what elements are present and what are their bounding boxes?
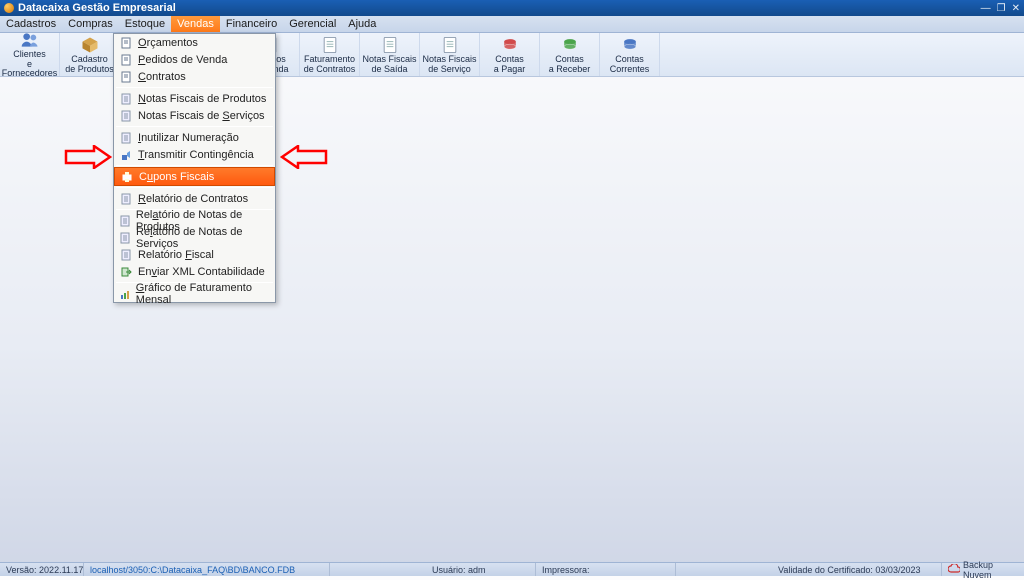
toolbar-faturamento-5[interactable]: Faturamentode Contratos [300, 33, 360, 76]
vendas-dropdown-menu: Orçamentos Pedidos de Venda Contratos Notas… [113, 33, 276, 303]
menu-gerencial[interactable]: Gerencial [283, 16, 342, 32]
toolbar-label: de Saída [371, 65, 407, 74]
toolbar-label: e Fornecedores [2, 60, 58, 79]
menu-estoque[interactable]: Estoque [119, 16, 171, 32]
menuitem-label: Relatório Fiscal [138, 249, 214, 261]
menuitem-relat-rio-de-notas-de-servi-os[interactable]: Relatório de Notas de Serviços [114, 229, 275, 246]
menuitem-or-amentos[interactable]: Orçamentos [114, 34, 275, 51]
export-icon [118, 265, 134, 279]
status-certificado: 03/03/2023 [875, 565, 920, 575]
menu-separator [116, 126, 273, 127]
menuitem-label: Relatório de Contratos [138, 193, 248, 205]
toolbar-label: Correntes [610, 65, 650, 74]
menuitem-transmitir-conting-ncia[interactable]: Transmitir Contingência [114, 146, 275, 163]
status-usuario-label: Usuário: [432, 565, 466, 575]
menuitem-label: Notas Fiscais de Produtos [138, 93, 266, 105]
app-icon [4, 3, 14, 13]
menu-ajuda[interactable]: Ajuda [342, 16, 382, 32]
doc-grey-icon [118, 109, 134, 123]
menuitem-label: Transmitir Contingência [138, 149, 254, 161]
menu-financeiro[interactable]: Financeiro [220, 16, 283, 32]
chart-icon [118, 287, 132, 301]
doc-grey-icon [118, 131, 134, 145]
menuitem-relat-rio-de-contratos[interactable]: Relatório de Contratos [114, 190, 275, 207]
doc-grey-icon [118, 231, 132, 245]
menuitem-inutilizar-numera-o[interactable]: Inutilizar Numeração [114, 129, 275, 146]
menuitem-notas-fiscais-de-servi-os[interactable]: Notas Fiscais de Serviços [114, 107, 275, 124]
doc-icon [118, 70, 134, 84]
menuitem-enviar-xml-contabilidade[interactable]: Enviar XML Contabilidade [114, 263, 275, 280]
status-versao: 2022.11.17 [39, 565, 83, 575]
box-icon [80, 35, 100, 55]
menuitem-label: Relatório de Notas de Serviços [136, 226, 269, 250]
sheet-icon [380, 35, 400, 55]
toolbar-clientes-0[interactable]: Clientese Fornecedores [0, 33, 60, 76]
toolbar-label: de Produtos [65, 65, 114, 74]
menu-separator [116, 87, 273, 88]
toolbar-contas-10[interactable]: ContasCorrentes [600, 33, 660, 76]
toolbar-notas-fiscais-6[interactable]: Notas Fiscaisde Saída [360, 33, 420, 76]
menuitem-label: Orçamentos [138, 37, 198, 49]
window-title: Datacaixa Gestão Empresarial [18, 2, 176, 14]
toolbar-label: de Contratos [304, 65, 356, 74]
doc-grey-icon [118, 192, 134, 206]
cloud-icon [948, 564, 960, 576]
menuitem-label: Notas Fiscais de Serviços [138, 110, 265, 122]
people-icon [20, 30, 40, 50]
menuitem-cupons-fiscais[interactable]: Cupons Fiscais [114, 167, 275, 186]
menuitem-label: Inutilizar Numeração [138, 132, 239, 144]
status-usuario: adm [468, 565, 486, 575]
menu-vendas[interactable]: Vendas [171, 16, 220, 32]
doc-grey-icon [118, 92, 134, 106]
menuitem-label: Contratos [138, 71, 186, 83]
menuitem-label: Pedidos de Venda [138, 54, 227, 66]
menuitem-contratos[interactable]: Contratos [114, 68, 275, 85]
close-button[interactable]: ✕ [1012, 3, 1020, 14]
status-backup[interactable]: Backup Nuvem [963, 560, 1018, 580]
menu-compras[interactable]: Compras [62, 16, 119, 32]
toolbar-label: de Serviço [428, 65, 471, 74]
printer-icon [119, 170, 135, 184]
toolbar-label: a Receber [549, 65, 591, 74]
doc-grey-icon [118, 248, 134, 262]
sheet-icon [320, 35, 340, 55]
minimize-button[interactable]: — [981, 3, 991, 14]
annotation-arrow-left [64, 145, 112, 169]
menubar: CadastrosComprasEstoqueVendasFinanceiroG… [0, 16, 1024, 33]
doc-icon [118, 53, 134, 67]
menuitem-label: Cupons Fiscais [139, 171, 214, 183]
statusbar: Versão: 2022.11.17 localhost/3050:C:\Dat… [0, 562, 1024, 576]
coins-green-icon [560, 35, 580, 55]
status-versao-label: Versão: [6, 565, 37, 575]
coins-red-icon [500, 35, 520, 55]
maximize-button[interactable]: ❐ [997, 3, 1006, 14]
annotation-arrow-right [280, 145, 328, 169]
menuitem-notas-fiscais-de-produtos[interactable]: Notas Fiscais de Produtos [114, 90, 275, 107]
sheet-icon [440, 35, 460, 55]
menuitem-label: Gráfico de Faturamento Mensal [136, 282, 269, 306]
toolbar-notas-fiscais-7[interactable]: Notas Fiscaisde Serviço [420, 33, 480, 76]
menuitem-gr-fico-de-faturamento-mensal[interactable]: Gráfico de Faturamento Mensal [114, 285, 275, 302]
menu-separator [116, 187, 273, 188]
toolbar-contas-8[interactable]: Contasa Pagar [480, 33, 540, 76]
window-titlebar: Datacaixa Gestão Empresarial — ❐ ✕ [0, 0, 1024, 16]
doc-icon [118, 36, 134, 50]
status-impressora-label: Impressora: [542, 565, 590, 575]
toolbar-label: a Pagar [494, 65, 526, 74]
transmit-icon [118, 148, 134, 162]
status-host[interactable]: localhost/3050:C:\Datacaixa_FAQ\BD\BANCO… [90, 565, 295, 575]
toolbar-cadastro-1[interactable]: Cadastrode Produtos [60, 33, 120, 76]
coins-blue-icon [620, 35, 640, 55]
menuitem-pedidos-de-venda[interactable]: Pedidos de Venda [114, 51, 275, 68]
menu-separator [116, 165, 273, 166]
status-certificado-label: Validade do Certificado: [778, 565, 873, 575]
menuitem-label: Enviar XML Contabilidade [138, 266, 265, 278]
toolbar-contas-9[interactable]: Contasa Receber [540, 33, 600, 76]
doc-grey-icon [118, 214, 132, 228]
